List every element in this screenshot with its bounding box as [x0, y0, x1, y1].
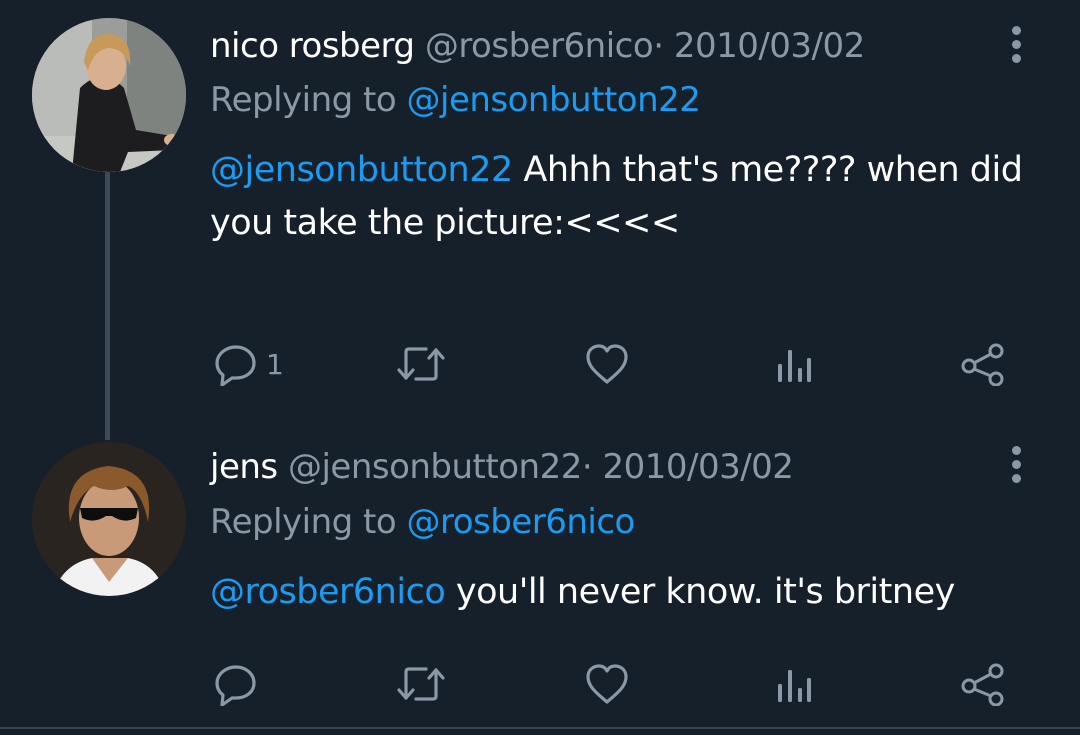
thread-connector: [105, 172, 110, 440]
reply-icon: [215, 345, 256, 386]
retweet-icon: [397, 347, 445, 381]
more-vertical-icon[interactable]: [1010, 446, 1022, 486]
body-text: you'll never know. it's britney: [455, 572, 955, 612]
views-icon: [778, 670, 811, 702]
replying-to: Replying to @rosber6nico: [210, 500, 635, 544]
divider: [0, 727, 1080, 729]
action-bar: 1: [210, 340, 1030, 388]
avatar-photo: [32, 18, 186, 172]
tweet[interactable]: nico rosberg @rosber6nico· 2010/03/02 Re…: [0, 0, 1080, 440]
handle[interactable]: @jensonbutton22: [288, 447, 582, 487]
display-name[interactable]: nico rosberg: [210, 26, 415, 66]
retweet-icon: [397, 667, 445, 701]
handle[interactable]: @rosber6nico: [425, 26, 654, 66]
tweet[interactable]: jens @jensonbutton22· 2010/03/02 Replyin…: [0, 420, 1080, 735]
tweet-header: jens @jensonbutton22· 2010/03/02: [210, 445, 794, 489]
reply-count: 1: [266, 347, 284, 381]
share-icon: [961, 663, 1004, 706]
like-icon: [586, 344, 628, 384]
replying-to-label: Replying to: [210, 502, 397, 542]
avatar-photo: [32, 442, 186, 596]
avatar[interactable]: [32, 18, 186, 172]
reply-button[interactable]: 1: [214, 340, 284, 388]
reply-icon: [215, 665, 256, 706]
display-name[interactable]: jens: [210, 447, 278, 487]
tweet-header: nico rosberg @rosber6nico· 2010/03/02: [210, 24, 865, 68]
share-icon: [961, 343, 1004, 386]
views-icon: [778, 350, 811, 382]
body-mention[interactable]: @rosber6nico: [210, 572, 446, 612]
replying-to-mention[interactable]: @rosber6nico: [407, 502, 636, 542]
timestamp[interactable]: 2010/03/02: [602, 447, 793, 487]
views-button[interactable]: [774, 340, 814, 388]
reply-button[interactable]: [214, 660, 266, 708]
action-bar: [210, 660, 1030, 708]
replying-to: Replying to @jensonbutton22: [210, 78, 701, 122]
tweet-text: @jensonbutton22 Ahhh that's me???? when …: [210, 144, 1040, 250]
more-vertical-icon[interactable]: [1010, 26, 1022, 66]
retweet-button[interactable]: [396, 660, 446, 708]
like-icon: [586, 664, 628, 704]
like-button[interactable]: [584, 340, 630, 388]
timestamp[interactable]: 2010/03/02: [674, 26, 865, 66]
replying-to-mention[interactable]: @jensonbutton22: [407, 80, 701, 120]
share-button[interactable]: [960, 660, 1006, 708]
retweet-button[interactable]: [396, 340, 446, 388]
body-mention[interactable]: @jensonbutton22: [210, 150, 513, 190]
avatar[interactable]: [32, 442, 186, 596]
replying-to-label: Replying to: [210, 80, 397, 120]
views-button[interactable]: [774, 660, 814, 708]
tweet-text: @rosber6nico you'll never know. it's bri…: [210, 566, 1040, 619]
like-button[interactable]: [584, 660, 630, 708]
separator: ·: [581, 447, 593, 487]
share-button[interactable]: [960, 340, 1006, 388]
separator: ·: [653, 26, 664, 66]
